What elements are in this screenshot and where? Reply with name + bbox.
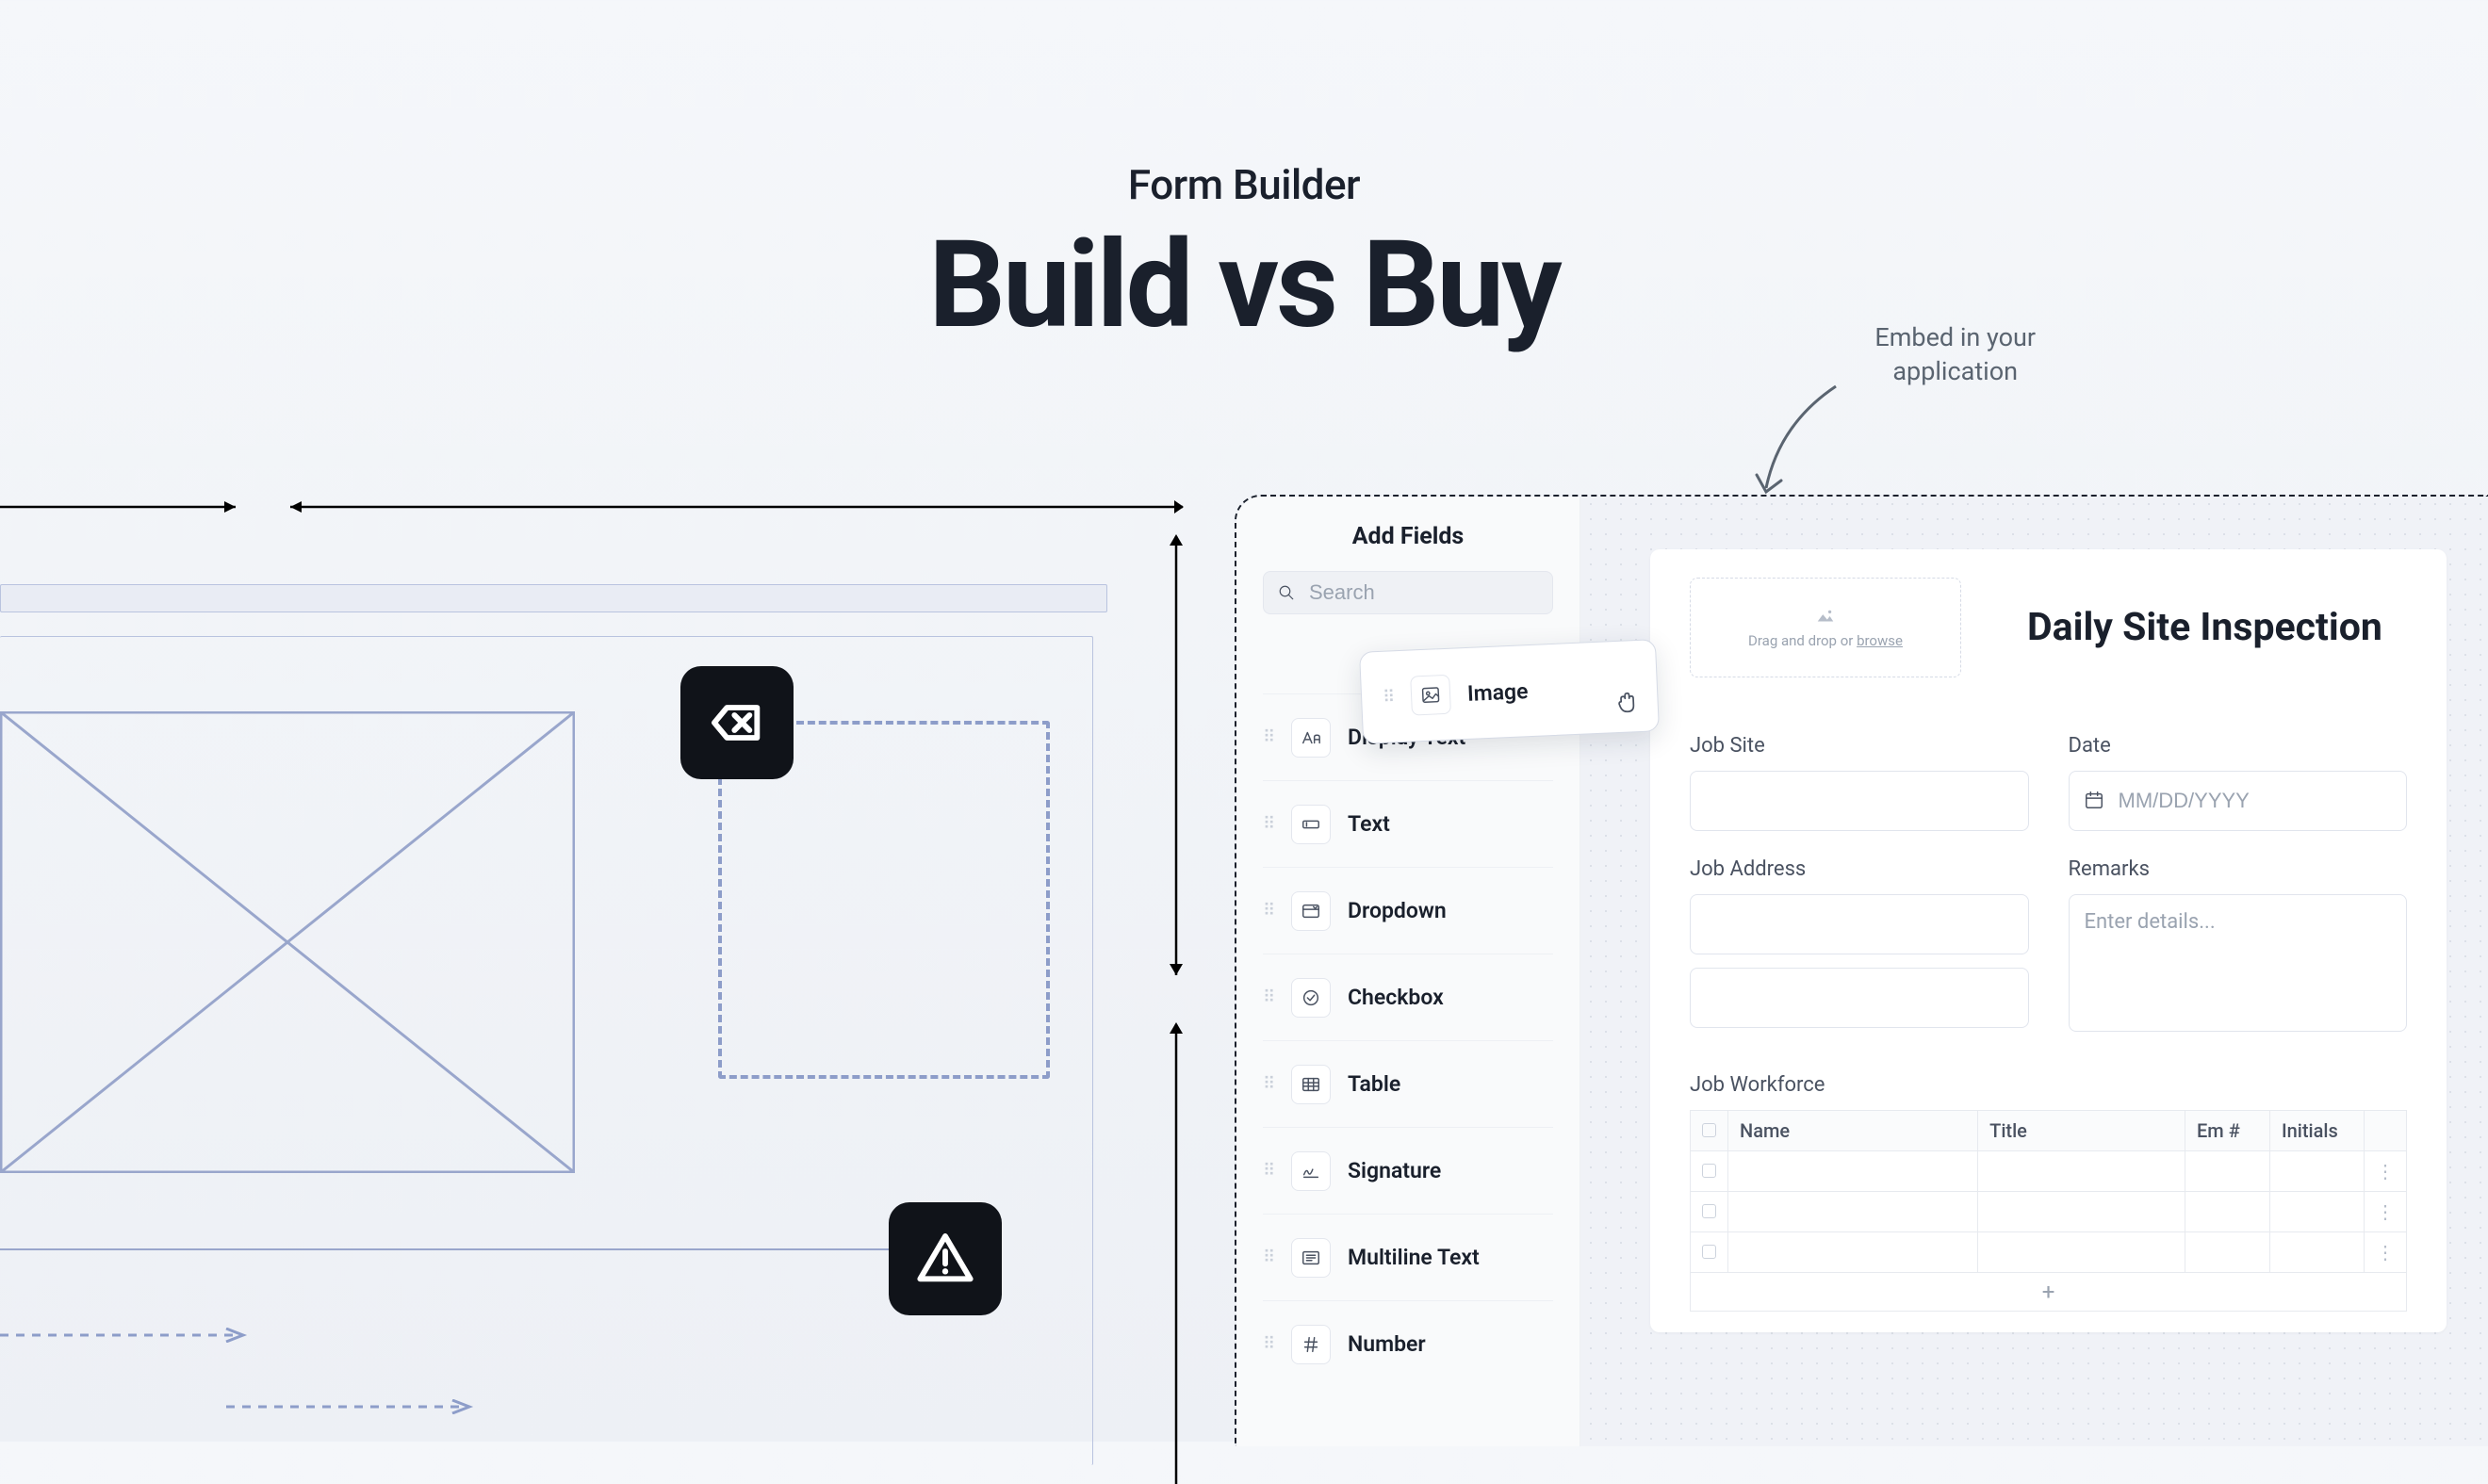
job-site-label: Job Site [1690, 734, 2029, 758]
field-item-number[interactable]: ⠿ Number [1263, 1300, 1553, 1387]
col-em: Em # [2185, 1111, 2270, 1151]
checkbox-icon[interactable] [1702, 1164, 1716, 1178]
dragged-field-card[interactable]: ⠿ Image [1359, 639, 1660, 744]
signature-icon [1291, 1151, 1331, 1191]
col-initials: Initials [2270, 1111, 2365, 1151]
field-label: Dropdown [1348, 898, 1447, 923]
job-address-label: Job Address [1690, 857, 2029, 881]
remarks-input[interactable] [2069, 894, 2408, 1032]
annotation-arrow-icon [1742, 377, 1855, 509]
text-field-icon [1291, 805, 1331, 844]
drag-handle-icon[interactable]: ⠿ [1263, 733, 1274, 742]
checkbox-icon [1291, 978, 1331, 1018]
table-row[interactable]: ⋮ [1691, 1151, 2407, 1192]
drag-handle-icon[interactable]: ⠿ [1383, 693, 1394, 702]
form-canvas: Drag and drop or browse Daily Site Inspe… [1580, 497, 2488, 1446]
field-label: Table [1348, 1071, 1400, 1097]
hash-icon [1291, 1325, 1331, 1364]
table-row[interactable]: ⋮ [1691, 1192, 2407, 1232]
field-item-table[interactable]: ⠿ Table [1263, 1040, 1553, 1127]
search-input[interactable] [1263, 571, 1553, 614]
row-menu-icon[interactable]: ⋮ [2365, 1232, 2407, 1273]
calendar-icon [2084, 790, 2104, 810]
remarks-label: Remarks [2069, 857, 2408, 881]
field-item-text[interactable]: ⠿ Text [1263, 780, 1553, 867]
field-item-signature[interactable]: ⠿ Signature [1263, 1127, 1553, 1214]
search-icon [1278, 584, 1295, 601]
workforce-table[interactable]: Name Title Em # Initials ⋮ ⋮ ⋮ [1690, 1110, 2407, 1273]
wireframe-panel [0, 495, 1187, 1446]
row-menu-icon[interactable]: ⋮ [2365, 1192, 2407, 1232]
drag-handle-icon[interactable]: ⠿ [1263, 993, 1274, 1002]
field-label: Multiline Text [1348, 1245, 1480, 1270]
field-item-dropdown[interactable]: ⠿ Dropdown [1263, 867, 1553, 954]
drag-handle-icon[interactable]: ⠿ [1263, 1166, 1274, 1175]
date-input[interactable] [2069, 771, 2408, 831]
drag-handle-icon[interactable]: ⠿ [1263, 1340, 1274, 1348]
embed-annotation: Embed in your application [1874, 320, 2036, 389]
form-title: Daily Site Inspection [2027, 605, 2382, 650]
col-name: Name [1728, 1111, 1978, 1151]
delete-badge-icon [680, 666, 794, 779]
drag-handle-icon[interactable]: ⠿ [1263, 1253, 1274, 1262]
col-title: Title [1978, 1111, 2185, 1151]
job-address-input-2[interactable] [1690, 968, 2029, 1028]
field-item-multiline[interactable]: ⠿ Multiline Text [1263, 1214, 1553, 1300]
dropdown-icon [1291, 891, 1331, 931]
image-icon [1812, 606, 1839, 627]
sidebar-title: Add Fields [1263, 523, 1553, 550]
form-builder-app: Add Fields ⠿ Image ⠿ Display Text ⠿ Text [1235, 495, 2488, 1446]
field-label: Image [1466, 678, 1529, 707]
drag-handle-icon[interactable]: ⠿ [1263, 820, 1274, 828]
page-subtitle: Form Builder [0, 160, 2488, 209]
image-icon [1410, 675, 1451, 716]
image-dropzone[interactable]: Drag and drop or browse [1690, 578, 1961, 677]
job-site-input[interactable] [1690, 771, 2029, 831]
drag-handle-icon[interactable]: ⠿ [1263, 1080, 1274, 1088]
checkbox-icon[interactable] [1702, 1245, 1716, 1259]
multiline-icon [1291, 1238, 1331, 1278]
workforce-label: Job Workforce [1690, 1073, 1825, 1097]
warning-badge-icon [889, 1202, 1002, 1315]
row-menu-icon[interactable]: ⋮ [2365, 1151, 2407, 1192]
table-row[interactable]: ⋮ [1691, 1232, 2407, 1273]
field-item-checkbox[interactable]: ⠿ Checkbox [1263, 954, 1553, 1040]
dropzone-text: Drag and drop or browse [1748, 632, 1903, 649]
field-label: Number [1348, 1331, 1426, 1357]
table-icon [1291, 1065, 1331, 1104]
checkbox-icon[interactable] [1702, 1204, 1716, 1218]
field-label: Checkbox [1348, 985, 1444, 1010]
add-row-button[interactable]: + [1690, 1273, 2407, 1312]
page-title: Build vs Buy [0, 222, 2488, 349]
fields-sidebar: Add Fields ⠿ Image ⠿ Display Text ⠿ Text [1236, 497, 1580, 1446]
drag-handle-icon[interactable]: ⠿ [1263, 906, 1274, 915]
date-label: Date [2069, 734, 2408, 758]
field-label: Signature [1348, 1158, 1441, 1183]
checkbox-icon[interactable] [1702, 1123, 1716, 1137]
grab-cursor-icon [1613, 690, 1639, 715]
field-label: Text [1348, 811, 1390, 837]
text-aa-icon [1291, 718, 1331, 758]
job-address-input-1[interactable] [1690, 894, 2029, 954]
